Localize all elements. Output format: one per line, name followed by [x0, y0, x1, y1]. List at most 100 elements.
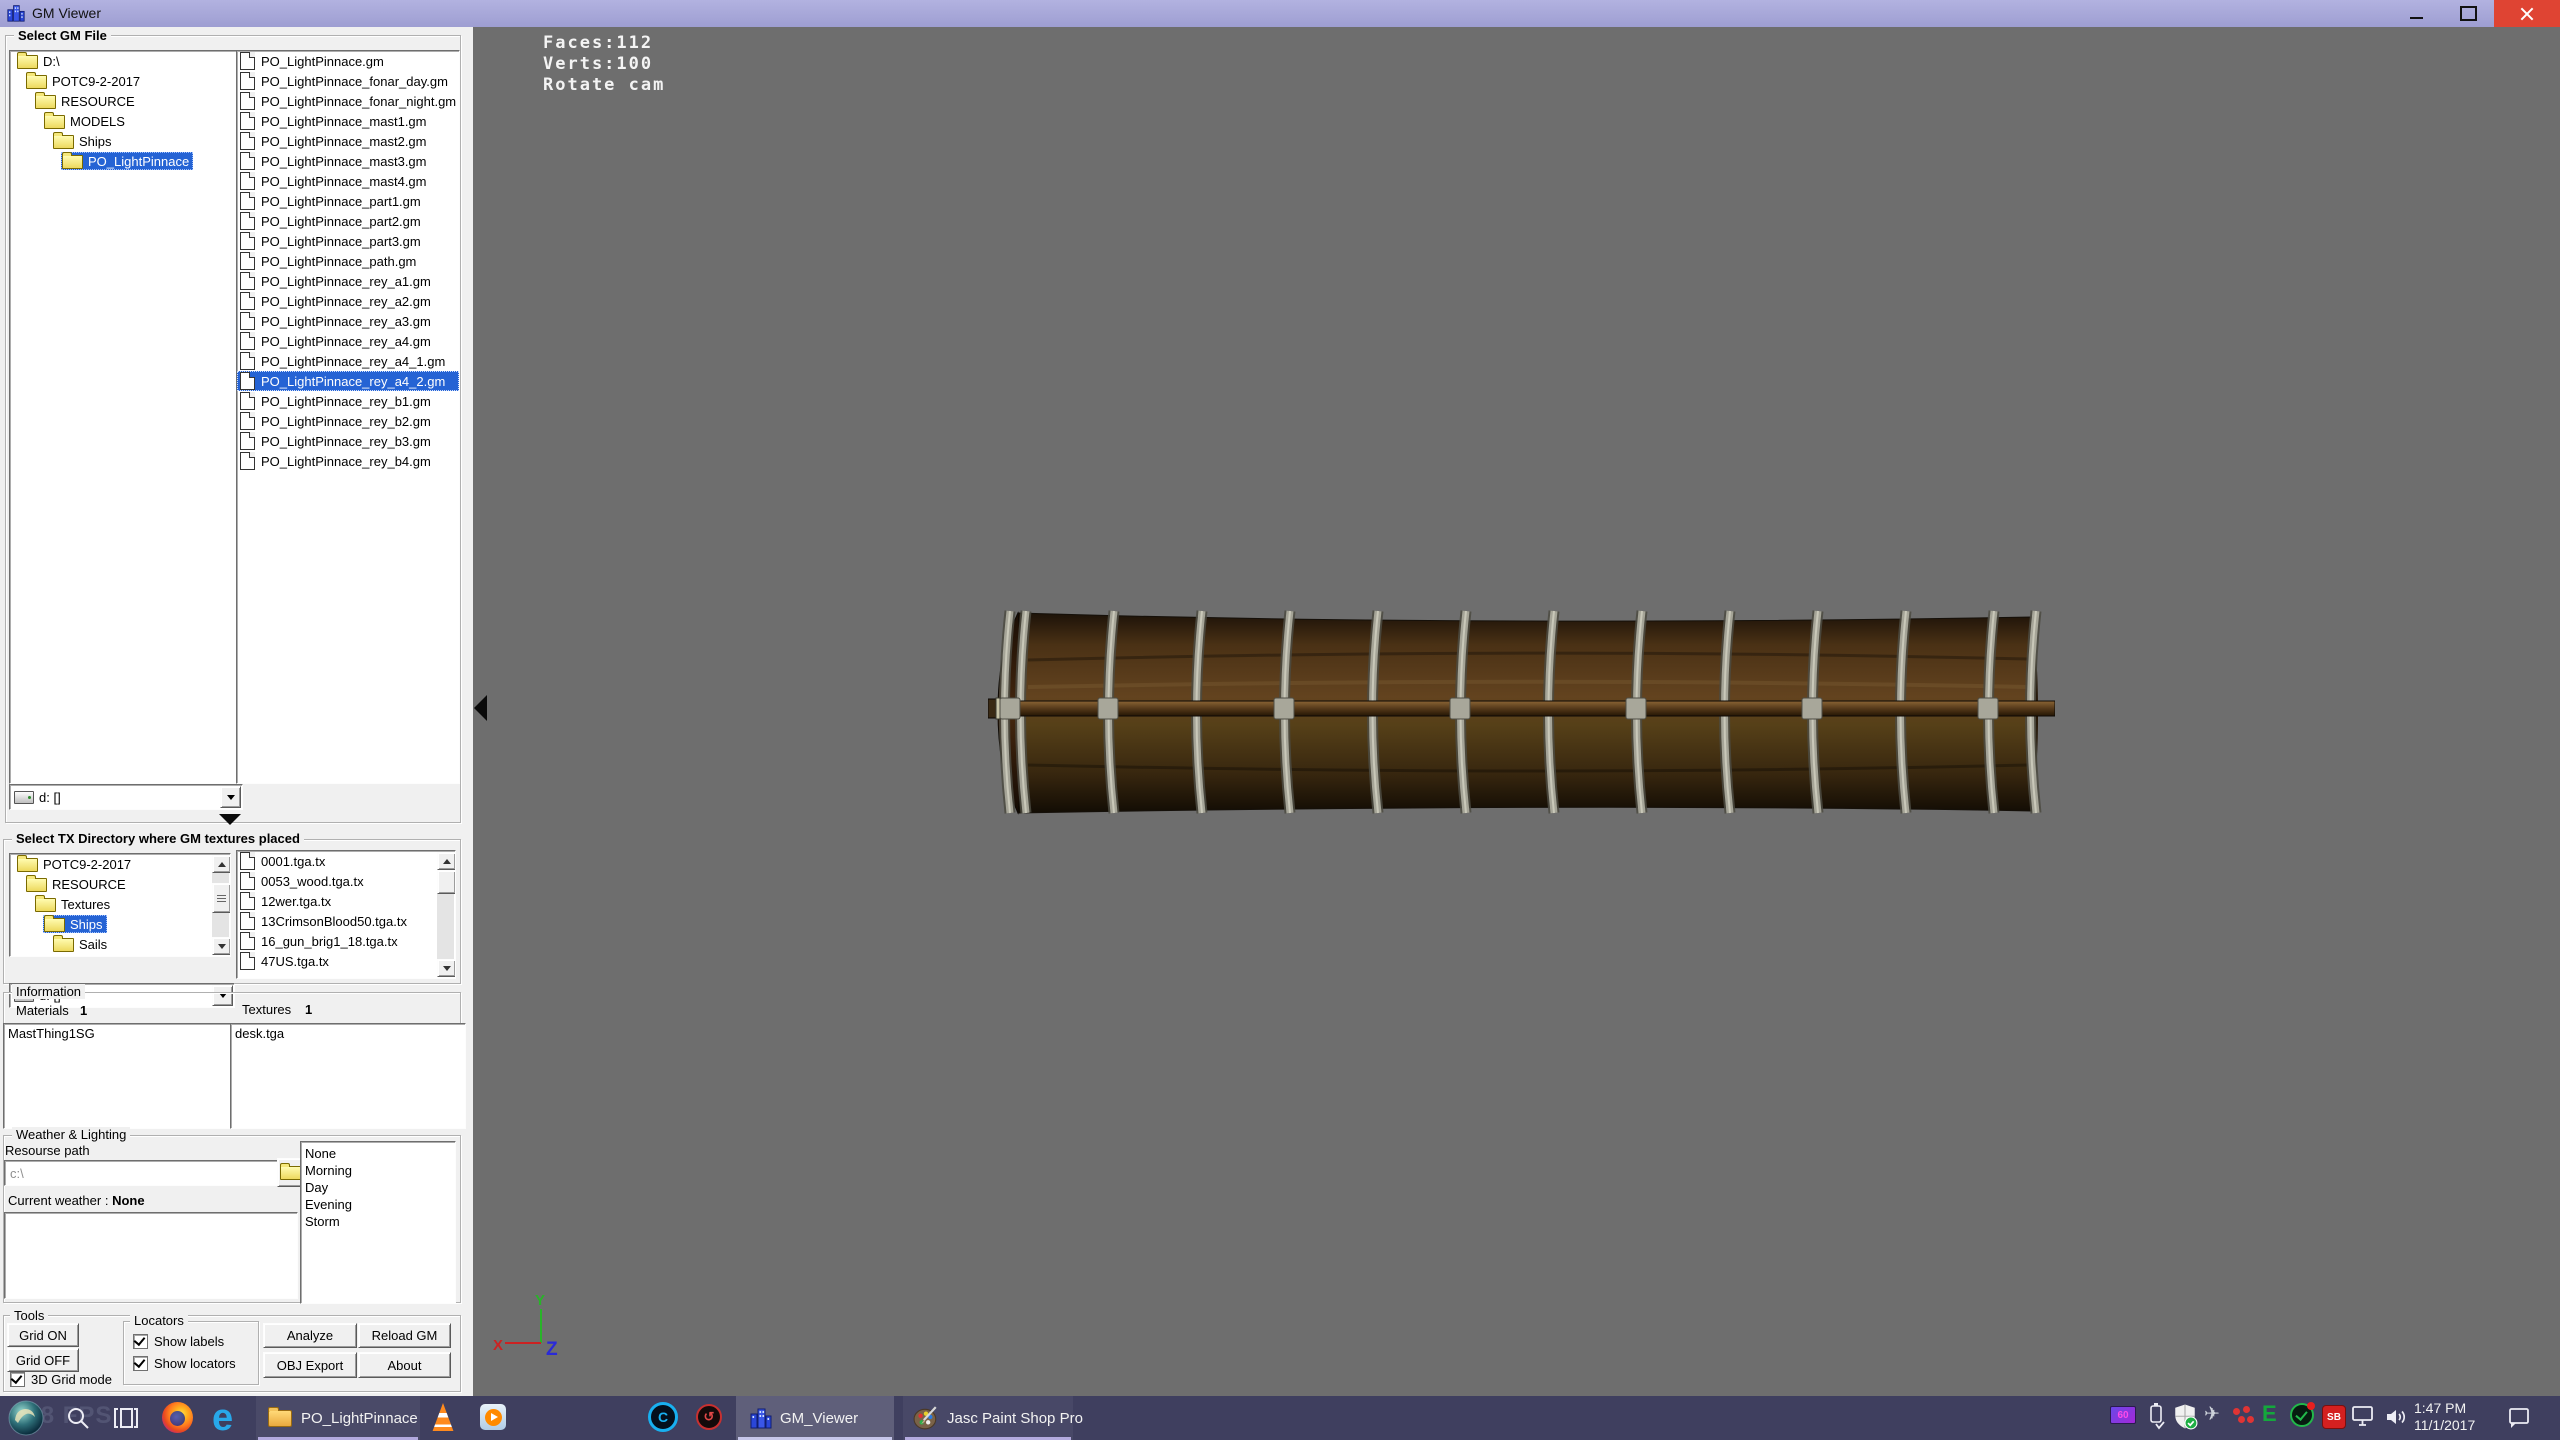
tx-file-list[interactable]: 0001.tga.tx 0053_wood.tga.tx 12wer.tga.t… — [236, 850, 456, 979]
gm-file-item[interactable]: PO_LightPinnace.gm — [237, 51, 459, 71]
analyze-button[interactable]: Analyze — [263, 1323, 357, 1348]
usb-device-tray-icon[interactable] — [2146, 1402, 2166, 1432]
tx-file-item[interactable]: 0053_wood.tga.tx — [237, 871, 455, 891]
weather-option[interactable]: None — [301, 1146, 455, 1163]
combo-dropdown-button[interactable] — [220, 786, 241, 808]
chat-app-icon[interactable]: C — [648, 1402, 678, 1432]
gm-file-item[interactable]: PO_LightPinnace_fonar_night.gm — [237, 91, 459, 111]
network-tray-icon[interactable] — [2350, 1404, 2378, 1428]
scroll-thumb[interactable] — [437, 870, 456, 894]
action-center-icon[interactable] — [2506, 1405, 2532, 1431]
media-player-icon[interactable] — [480, 1404, 506, 1430]
tree-item[interactable]: MODELS — [10, 111, 238, 131]
texture-item[interactable]: desk.tga — [235, 1026, 461, 1041]
gm-file-item[interactable]: PO_LightPinnace_rey_a3.gm — [237, 311, 459, 331]
search-icon[interactable] — [64, 1404, 92, 1432]
checkbox-checked-icon[interactable] — [10, 1372, 25, 1387]
minimize-button[interactable] — [2390, 0, 2442, 27]
gm-file-item-selected[interactable]: PO_LightPinnace_rey_a4_2.gm — [237, 371, 459, 391]
show-labels-checkbox-row[interactable]: Show labels — [133, 1333, 224, 1349]
fps-monitor-tray-icon[interactable]: 60 — [2110, 1406, 2136, 1424]
red-utility-icon[interactable]: ↺ — [696, 1404, 722, 1430]
weather-option[interactable]: Morning — [301, 1163, 455, 1180]
gm-folder-tree[interactable]: D:\ POTC9-2-2017 RESOURCE MODELS Ships P… — [9, 50, 239, 784]
gm-file-item[interactable]: PO_LightPinnace_part2.gm — [237, 211, 459, 231]
viewport-3d[interactable]: Faces:112 Verts:100 Rotate cam — [473, 27, 2560, 1396]
obj-export-button[interactable]: OBJ Export — [263, 1352, 357, 1378]
tx-file-scrollbar[interactable] — [437, 852, 454, 977]
firefox-icon[interactable] — [162, 1402, 193, 1433]
scroll-down-button[interactable] — [212, 937, 231, 955]
tree-item-drive[interactable]: D:\ — [10, 51, 238, 71]
resource-path-input[interactable]: c:\ — [4, 1160, 281, 1186]
section-splitter-arrow[interactable] — [219, 814, 241, 825]
grid3d-checkbox-row[interactable]: 3D Grid mode — [10, 1371, 112, 1387]
tx-tree-scrollbar[interactable] — [212, 855, 229, 955]
tree-item[interactable]: RESOURCE — [10, 874, 230, 894]
grid-on-button[interactable]: Grid ON — [7, 1323, 79, 1347]
titlebar[interactable]: GM Viewer — [0, 0, 2560, 28]
tx-file-item[interactable]: 16_gun_brig1_18.tga.tx — [237, 931, 455, 951]
gm-file-item[interactable]: PO_LightPinnace_rey_a1.gm — [237, 271, 459, 291]
gm-file-item[interactable]: PO_LightPinnace_mast3.gm — [237, 151, 459, 171]
maximize-button[interactable] — [2442, 0, 2494, 27]
tree-item-selected[interactable]: Ships — [10, 914, 230, 934]
tree-item[interactable]: POTC9-2-2017 — [10, 71, 238, 91]
taskbar-button-jasc-paint-shop-pro[interactable]: Jasc Paint Shop Pro — [903, 1396, 1073, 1440]
tree-item[interactable]: Textures — [10, 894, 230, 914]
vlc-icon[interactable] — [430, 1403, 456, 1431]
gm-file-item[interactable]: PO_LightPinnace_rey_b4.gm — [237, 451, 459, 471]
gm-file-item[interactable]: PO_LightPinnace_mast4.gm — [237, 171, 459, 191]
gm-file-item[interactable]: PO_LightPinnace_path.gm — [237, 251, 459, 271]
tx-file-item[interactable]: 12wer.tga.tx — [237, 891, 455, 911]
gm-file-item[interactable]: PO_LightPinnace_rey_a4_1.gm — [237, 351, 459, 371]
checkbox-checked-icon[interactable] — [133, 1334, 148, 1349]
gm-file-item[interactable]: PO_LightPinnace_rey_a2.gm — [237, 291, 459, 311]
tree-item[interactable]: POTC9-2-2017 — [10, 854, 230, 874]
weather-option[interactable]: Day — [301, 1180, 455, 1197]
e-green-tray-icon[interactable]: E — [2262, 1401, 2277, 1427]
edge-icon[interactable]: e — [212, 1396, 233, 1440]
taskbar-button-gm-viewer-active[interactable]: GM_Viewer — [736, 1396, 894, 1440]
weather-option[interactable]: Evening — [301, 1197, 455, 1214]
volume-tray-icon[interactable] — [2384, 1406, 2410, 1428]
sb-tray-icon[interactable]: SB — [2322, 1405, 2346, 1429]
taskbar-button-po-lightpinnace[interactable]: PO_LightPinnace — [256, 1396, 420, 1440]
defender-shield-tray-icon[interactable] — [2172, 1403, 2198, 1431]
start-button[interactable] — [8, 1400, 44, 1436]
tx-file-item[interactable]: 47US.tga.tx — [237, 951, 455, 971]
scroll-thumb[interactable] — [212, 883, 231, 913]
gm-file-item[interactable]: PO_LightPinnace_rey_b3.gm — [237, 431, 459, 451]
clock[interactable]: 1:47 PM 11/1/2017 — [2414, 1400, 2496, 1436]
scroll-up-button[interactable] — [212, 855, 231, 873]
reload-gm-button[interactable]: Reload GM — [358, 1323, 451, 1348]
gm-file-item[interactable]: PO_LightPinnace_mast2.gm — [237, 131, 459, 151]
checkbox-checked-icon[interactable] — [133, 1356, 148, 1371]
red-dots-tray-icon[interactable] — [2232, 1406, 2254, 1426]
weather-option[interactable]: Storm — [301, 1214, 455, 1231]
close-button[interactable] — [2494, 0, 2560, 27]
tree-item[interactable]: Ships — [10, 131, 238, 151]
textures-list[interactable]: desk.tga — [230, 1023, 466, 1129]
gm-file-item[interactable]: PO_LightPinnace_rey_b1.gm — [237, 391, 459, 411]
gm-drive-combobox[interactable]: d: [] — [9, 784, 243, 810]
gm-file-item[interactable]: PO_LightPinnace_fonar_day.gm — [237, 71, 459, 91]
tx-file-item[interactable]: 0001.tga.tx — [237, 851, 455, 871]
tree-item[interactable]: Sails — [10, 934, 230, 954]
gm-file-item[interactable]: PO_LightPinnace_rey_a4.gm — [237, 331, 459, 351]
weather-list[interactable]: None Morning Day Evening Storm — [300, 1141, 456, 1304]
airplane-tray-icon[interactable]: ✈ — [2204, 1403, 2220, 1426]
gm-file-list[interactable]: PO_LightPinnace.gm PO_LightPinnace_fonar… — [236, 50, 460, 784]
tree-item[interactable]: RESOURCE — [10, 91, 238, 111]
show-locators-checkbox-row[interactable]: Show locators — [133, 1355, 236, 1371]
grid-off-button[interactable]: Grid OFF — [7, 1348, 79, 1372]
gm-file-item[interactable]: PO_LightPinnace_part3.gm — [237, 231, 459, 251]
tx-folder-tree[interactable]: POTC9-2-2017 RESOURCE Textures Ships Sai… — [9, 853, 231, 957]
gm-file-item[interactable]: PO_LightPinnace_part1.gm — [237, 191, 459, 211]
material-item[interactable]: MastThing1SG — [8, 1026, 230, 1041]
gm-file-item[interactable]: PO_LightPinnace_rey_b2.gm — [237, 411, 459, 431]
scroll-up-button[interactable] — [437, 852, 456, 870]
about-button[interactable]: About — [358, 1352, 451, 1378]
scroll-down-button[interactable] — [437, 959, 456, 977]
materials-list[interactable]: MastThing1SG — [3, 1023, 235, 1129]
